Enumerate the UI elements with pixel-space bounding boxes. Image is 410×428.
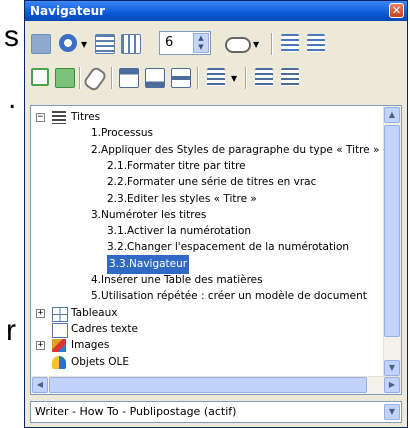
scroll-right-icon[interactable]: ▶	[384, 377, 400, 393]
collapse-icon[interactable]: −	[36, 113, 45, 122]
outline-level-value: 6	[165, 35, 174, 50]
navigator-toolbar-row-1: ▼ 6 ▲ ▼ ▼	[29, 29, 401, 59]
scroll-down-icon[interactable]: ▼	[384, 360, 400, 376]
horizontal-scrollbar[interactable]: ◀ ▶	[31, 376, 401, 394]
window-title: Navigateur	[30, 4, 106, 18]
promote-level-icon[interactable]	[255, 68, 273, 86]
toolbar-separator	[111, 67, 113, 89]
navigation-icon[interactable]	[31, 34, 51, 54]
promote-chapter-icon[interactable]	[281, 34, 299, 52]
demote-chapter-icon[interactable]	[307, 34, 325, 52]
headings-grid-icon[interactable]	[121, 34, 141, 54]
close-icon: ✕	[391, 4, 402, 17]
navigator-tree[interactable]: − Titres 1.Processus 2.Appliquer des Styles…	[30, 105, 402, 395]
navigator-toolbar-row-2: ▼	[29, 63, 401, 93]
toolbar-separator	[79, 67, 81, 89]
toolbar-separator	[271, 33, 273, 55]
horizontal-scroll-thumb[interactable]	[49, 377, 367, 393]
image-icon	[52, 339, 66, 353]
drag-mode-icon[interactable]	[225, 37, 251, 53]
list-box-dropdown-arrow-icon[interactable]: ▼	[231, 74, 237, 83]
scroll-up-icon[interactable]: ▲	[384, 107, 400, 123]
outline-level-stepper[interactable]: 6 ▲ ▼	[159, 31, 211, 55]
navigator-window: Navigateur ✕ ▼ 6 ▲ ▼ ▼ ▼ − Titres 1.Proc…	[24, 0, 408, 428]
background-text-1: s	[4, 20, 19, 53]
navigation-circle-icon[interactable]	[59, 34, 77, 52]
reminder-icon[interactable]	[55, 68, 75, 88]
headings-list-icon[interactable]	[95, 34, 115, 54]
expand-icon[interactable]: +	[36, 308, 45, 318]
toggle-icon[interactable]	[31, 68, 49, 86]
vertical-scroll-thumb[interactable]	[384, 125, 400, 337]
ole-object-icon	[52, 355, 66, 369]
document-select-value: Writer - How To - Publipostage (actif)	[35, 405, 237, 418]
toolbar-separator	[245, 67, 247, 89]
background-text-3: r	[6, 314, 16, 347]
navigation-dropdown-arrow-icon[interactable]: ▼	[81, 40, 87, 49]
vertical-scrollbar[interactable]: ▲ ▼	[383, 106, 401, 377]
window-title-bar[interactable]: Navigateur ✕	[25, 1, 407, 21]
anchor-icon[interactable]	[171, 68, 191, 88]
expand-icon[interactable]: +	[36, 341, 45, 351]
toolbar-separator	[197, 67, 199, 89]
drag-mode-dropdown-arrow-icon[interactable]: ▼	[253, 40, 259, 49]
background-text-2: .	[8, 82, 17, 115]
close-button[interactable]: ✕	[389, 3, 404, 18]
header-icon[interactable]	[119, 68, 139, 88]
scroll-left-icon[interactable]: ◀	[32, 377, 48, 393]
footer-icon[interactable]	[145, 68, 165, 88]
stepper-arrows-icon[interactable]: ▲ ▼	[193, 33, 209, 53]
tree-item[interactable]: Objets OLE	[31, 353, 385, 372]
document-select[interactable]: Writer - How To - Publipostage (actif) ▼	[30, 401, 402, 423]
chevron-down-icon[interactable]: ▼	[384, 404, 400, 420]
headings-icon	[52, 111, 66, 124]
edit-icon[interactable]	[82, 65, 108, 93]
demote-level-icon[interactable]	[281, 68, 299, 86]
list-box-icon[interactable]	[207, 68, 225, 86]
tree-item-label: Objets OLE	[71, 355, 129, 368]
